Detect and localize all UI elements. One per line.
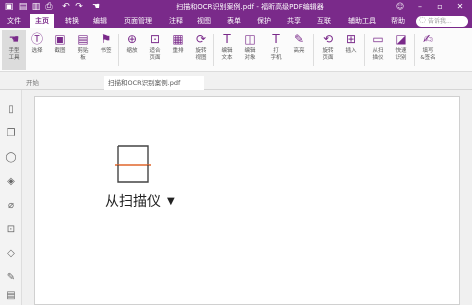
restore-icon[interactable]: ▫ xyxy=(430,0,450,14)
rotate-view-button[interactable]: ⟳ 旋转 视图 xyxy=(189,30,213,70)
undo-icon[interactable]: ↶ xyxy=(60,1,72,13)
search-box[interactable]: ◌ 告诉我... xyxy=(416,15,468,27)
close-icon[interactable]: ✕ xyxy=(450,0,470,14)
tag-icon[interactable]: ◇ xyxy=(5,248,17,260)
snapshot-icon: ▣ xyxy=(54,32,66,46)
menu-accessibility[interactable]: 辅助工具 xyxy=(344,14,380,28)
reflow-button[interactable]: ▦ 重排 xyxy=(166,30,190,70)
left-sidebar: ▯ ❐ ◯ ◈ ⌀ ⊡ ◇ ✎ ▤ xyxy=(0,90,22,305)
menu-page-manage[interactable]: 页面管理 xyxy=(120,14,156,28)
lock-icon[interactable]: ⊡ xyxy=(5,224,17,236)
attachment-icon[interactable]: ⌀ xyxy=(5,200,17,212)
hand-tool-button[interactable]: ☚ 手型 工具 xyxy=(2,30,26,70)
fill-sign-button[interactable]: ✍ 填写 &签名 xyxy=(416,30,440,70)
menu-convert[interactable]: 转换 xyxy=(60,14,84,28)
minimize-icon[interactable]: – xyxy=(410,0,430,14)
menu-form[interactable]: 表单 xyxy=(222,14,246,28)
bookmark-icon: ⚑ xyxy=(100,32,112,46)
clipboard-icon: ▤ xyxy=(77,32,89,46)
highlight-icon: ✎ xyxy=(293,32,305,46)
rotate-view-icon: ⟳ xyxy=(195,32,207,46)
edit-text-button[interactable]: T 编辑 文本 xyxy=(215,30,239,70)
menu-bar: 文件 主页 转换 编辑 页面管理 注释 视图 表单 保护 共享 互联 辅助工具 … xyxy=(0,14,472,28)
ribbon-separator xyxy=(364,34,365,66)
menu-edit[interactable]: 编辑 xyxy=(88,14,112,28)
ribbon-toolbar: ☚ 手型 工具 Ⓣ 选择 ▣ 截图 ▤ 剪贴 板 ⚑ 书签 ⊕ 缩放 ⊡ 适合 … xyxy=(0,28,472,72)
scan-from-scanner-label[interactable]: 从扫描仪 xyxy=(105,193,161,211)
tab-document[interactable]: 扫描和OCR识别案例.pdf xyxy=(104,76,204,90)
print-icon[interactable]: ⎙ xyxy=(43,1,55,13)
ribbon-separator xyxy=(313,34,314,66)
lightbulb-icon: ◌ xyxy=(419,15,426,24)
open-icon[interactable]: ▤ xyxy=(17,1,29,13)
edit-object-button[interactable]: ◫ 编辑 对象 xyxy=(238,30,262,70)
chevron-down-icon[interactable]: ▼ xyxy=(167,195,175,209)
snapshot-button[interactable]: ▣ 截图 xyxy=(48,30,72,70)
document-tabs: 开始 扫描和OCR识别案例.pdf ✕ xyxy=(0,72,472,156)
layers-icon[interactable]: ◈ xyxy=(5,176,17,188)
bookmark-button[interactable]: ⚑ 书签 xyxy=(94,30,118,70)
document-view: 从扫描仪 ▼ xyxy=(22,90,472,305)
window-title: 扫描和OCR识别案例.pdf - 福昕高级PDF编辑器 xyxy=(176,3,324,11)
zoom-icon: ⊕ xyxy=(126,32,138,46)
rotate-page-icon: ⟲ xyxy=(322,32,334,46)
copy-icon[interactable]: ❐ xyxy=(5,128,17,140)
comment-icon[interactable]: ◯ xyxy=(5,152,17,164)
menu-view[interactable]: 视图 xyxy=(192,14,216,28)
scanner-icon: ▭ xyxy=(372,32,384,46)
title-bar: ▣ ▤ ▥ ⎙ ↶ ↷ ☚ 扫描和OCR识别案例.pdf - 福昕高级PDF编辑… xyxy=(0,0,472,14)
app-logo-icon[interactable]: ▣ xyxy=(3,1,15,13)
insert-icon: ⊞ xyxy=(345,32,357,46)
save-icon[interactable]: ▥ xyxy=(30,1,42,13)
menu-home[interactable]: 主页 xyxy=(30,14,54,28)
scanner-icon[interactable] xyxy=(115,145,151,185)
menu-help[interactable]: 帮助 xyxy=(386,14,410,28)
page-icon[interactable]: ▯ xyxy=(5,104,17,116)
document-icon[interactable]: ▤ xyxy=(5,290,17,302)
insert-button[interactable]: ⊞ 插入 xyxy=(339,30,363,70)
fill-sign-icon: ✍ xyxy=(422,32,434,46)
select-icon: Ⓣ xyxy=(30,32,43,46)
edit-text-icon: T xyxy=(223,32,231,46)
select-button[interactable]: Ⓣ 选择 xyxy=(25,30,49,70)
menu-comment[interactable]: 注释 xyxy=(164,14,188,28)
menu-protect[interactable]: 保护 xyxy=(252,14,276,28)
menu-connect[interactable]: 互联 xyxy=(312,14,336,28)
fit-page-icon: ⊡ xyxy=(149,32,161,46)
user-icon[interactable]: ☺ xyxy=(390,0,410,14)
scanner-button[interactable]: ▭ 从扫 描仪 xyxy=(366,30,390,70)
menu-share[interactable]: 共享 xyxy=(282,14,306,28)
pdf-page: 从扫描仪 ▼ xyxy=(34,96,460,305)
ribbon-separator xyxy=(118,34,119,66)
hand-tool-icon: ☚ xyxy=(8,32,20,46)
rotate-page-button[interactable]: ⟲ 旋转 页面 xyxy=(316,30,340,70)
search-placeholder: 告诉我... xyxy=(428,18,452,25)
hand-icon[interactable]: ☚ xyxy=(90,1,102,13)
zoom-button[interactable]: ⊕ 缩放 xyxy=(120,30,144,70)
ribbon-separator xyxy=(213,34,214,66)
quick-ocr-button[interactable]: ◪ 快速 识别 xyxy=(389,30,413,70)
edit-object-icon: ◫ xyxy=(244,32,256,46)
menu-file[interactable]: 文件 xyxy=(2,14,26,28)
redo-icon[interactable]: ↷ xyxy=(73,1,85,13)
fit-page-button[interactable]: ⊡ 适合 页面 xyxy=(143,30,167,70)
tab-start[interactable]: 开始 xyxy=(22,76,102,90)
highlight-button[interactable]: ✎ 高亮 xyxy=(287,30,311,70)
typewriter-button[interactable]: T 打 字机 xyxy=(264,30,288,70)
reflow-icon: ▦ xyxy=(172,32,184,46)
clipboard-button[interactable]: ▤ 剪贴 板 xyxy=(71,30,95,70)
typewriter-icon: T xyxy=(272,32,280,46)
signature-icon[interactable]: ✎ xyxy=(5,272,17,284)
ribbon-separator xyxy=(414,34,415,66)
quick-ocr-icon: ◪ xyxy=(395,32,407,46)
